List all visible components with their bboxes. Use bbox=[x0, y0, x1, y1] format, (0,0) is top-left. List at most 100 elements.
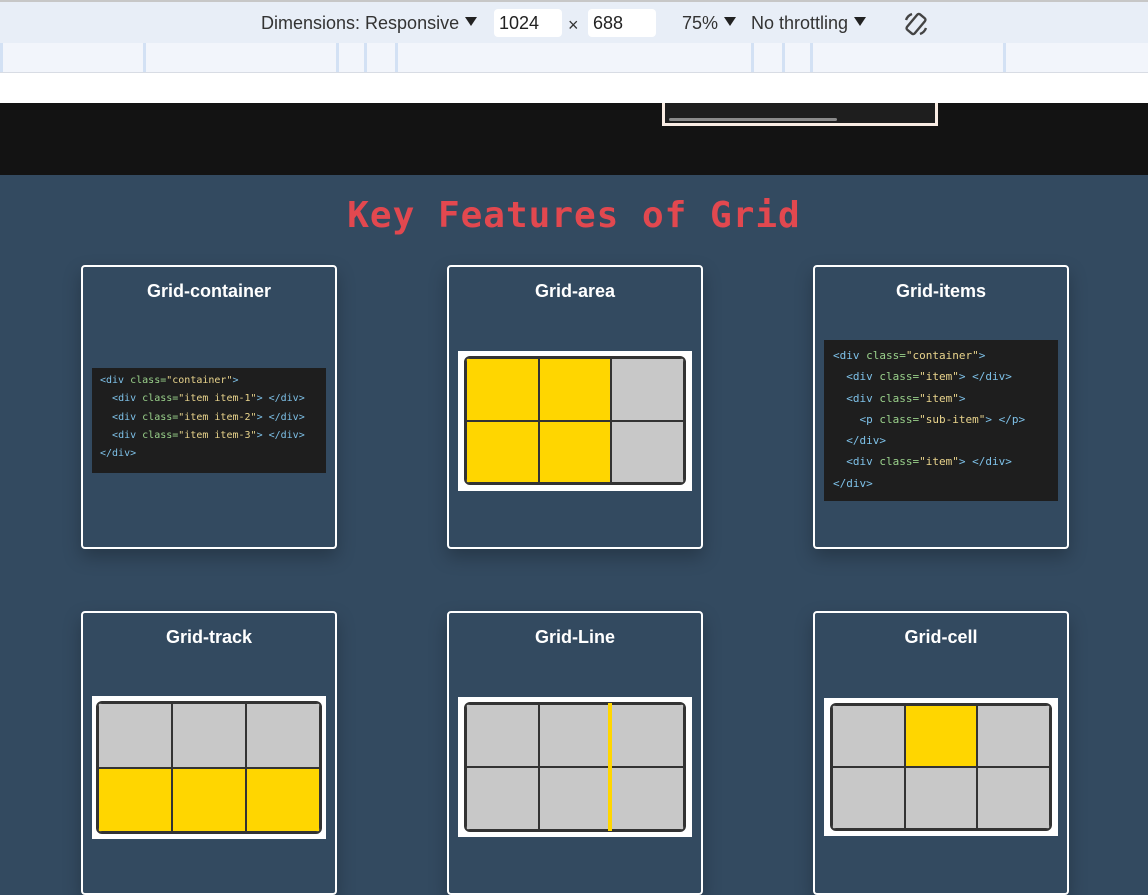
width-input[interactable] bbox=[494, 9, 562, 37]
code-token: > </div> bbox=[958, 455, 1012, 469]
code-token: > bbox=[958, 391, 966, 405]
code-line: <div class="item item-3"> </div> bbox=[100, 427, 318, 445]
code-token: class= bbox=[879, 370, 920, 384]
code-token: <div bbox=[846, 370, 880, 384]
media-query-segment[interactable] bbox=[782, 43, 812, 72]
code-token: </div> bbox=[100, 448, 137, 460]
code-token: <p bbox=[859, 412, 880, 426]
highlighted-grid-cell bbox=[904, 705, 978, 767]
code-token: class= bbox=[879, 412, 920, 426]
grid-diagram bbox=[830, 703, 1052, 831]
zoom-dropdown[interactable]: 75% bbox=[682, 2, 737, 45]
code-line: <div class="container"> bbox=[100, 372, 318, 390]
grid-diagram bbox=[464, 702, 686, 832]
highlighted-grid-cell bbox=[172, 767, 246, 832]
feature-card-grid-container: Grid-container <div class="container"> <… bbox=[81, 265, 337, 549]
highlighted-grid-cell bbox=[538, 420, 612, 483]
section-title: Key Features of Grid bbox=[347, 195, 801, 236]
code-token: "item" bbox=[919, 370, 959, 384]
code-token: > bbox=[978, 349, 986, 362]
code-token: class= bbox=[879, 391, 920, 405]
grid-cell bbox=[538, 767, 612, 830]
media-query-bar bbox=[0, 43, 1148, 73]
grid-cell bbox=[466, 767, 539, 830]
code-preview-inner bbox=[665, 103, 935, 123]
code-line: <div class="item item-1"> </div> bbox=[100, 390, 318, 408]
code-line: <div class="item"> </div> bbox=[833, 366, 1049, 387]
code-token: <div bbox=[100, 375, 131, 386]
grid-cell bbox=[466, 704, 539, 767]
key-features-section: Key Features of Grid Grid-container <div… bbox=[0, 175, 1148, 895]
media-query-segment[interactable] bbox=[395, 43, 755, 72]
horizontal-scrollbar[interactable] bbox=[669, 118, 837, 121]
card-title: Grid-Line bbox=[535, 627, 615, 647]
card-title: Grid-container bbox=[146, 281, 271, 301]
code-snippet: <div class="container"> <div class="item… bbox=[824, 340, 1058, 501]
media-query-segment[interactable] bbox=[810, 43, 1005, 72]
code-token: > </div> bbox=[256, 393, 305, 405]
code-line: </div> bbox=[100, 445, 318, 463]
grid-cell bbox=[832, 767, 905, 829]
highlighted-grid-cell bbox=[466, 358, 539, 421]
code-token: <div bbox=[846, 455, 880, 469]
grid-line-image bbox=[458, 697, 692, 837]
feature-card-grid-items: Grid-items <div class="container"> <div … bbox=[813, 265, 1069, 549]
grid-cell bbox=[538, 704, 612, 767]
dimensions-dropdown[interactable]: Dimensions: Responsive bbox=[261, 2, 478, 45]
media-query-segment[interactable] bbox=[364, 43, 397, 72]
code-token: </div> bbox=[833, 476, 873, 490]
code-token: "container" bbox=[166, 375, 233, 386]
code-token: "item item-1" bbox=[178, 393, 257, 405]
times-symbol: × bbox=[568, 15, 579, 35]
rotate-icon[interactable] bbox=[902, 10, 930, 38]
card-title: Grid-cell bbox=[904, 627, 978, 647]
code-token: > bbox=[232, 375, 239, 386]
code-preview-snippet bbox=[662, 103, 938, 126]
highlighted-grid-cell bbox=[538, 358, 612, 421]
code-token: class= bbox=[866, 349, 906, 362]
code-token: <div bbox=[833, 349, 867, 362]
code-line: </div> bbox=[833, 430, 1049, 451]
grid-area-image bbox=[458, 351, 692, 491]
grid-cell bbox=[611, 358, 684, 421]
feature-card-grid-cell: Grid-cell bbox=[813, 611, 1069, 895]
card-title: Grid-area bbox=[534, 281, 616, 301]
media-query-segment[interactable] bbox=[143, 43, 338, 72]
media-query-segment[interactable] bbox=[751, 43, 784, 72]
grid-cell-image bbox=[824, 698, 1058, 836]
code-token: > </div> bbox=[256, 411, 305, 423]
code-token: class= bbox=[142, 393, 179, 405]
card-title: Grid-items bbox=[895, 281, 987, 301]
highlighted-grid-cell bbox=[98, 767, 172, 832]
grid-cell bbox=[98, 703, 172, 768]
hero-band bbox=[0, 103, 1148, 175]
code-token: "item" bbox=[919, 391, 959, 405]
code-token: > </div> bbox=[256, 429, 305, 441]
feature-card-grid-area: Grid-area bbox=[447, 265, 703, 549]
grid-cell bbox=[977, 705, 1050, 767]
code-token: class= bbox=[142, 429, 179, 441]
media-query-segment[interactable] bbox=[1003, 43, 1148, 72]
code-snippet: <div class="container"> <div class="item… bbox=[92, 368, 326, 473]
grid-cell bbox=[977, 767, 1050, 829]
code-token: "item item-2" bbox=[178, 411, 257, 423]
chevron-down-icon bbox=[724, 17, 737, 26]
throttling-dropdown[interactable]: No throttling bbox=[751, 2, 867, 45]
code-token: <div bbox=[112, 429, 143, 441]
code-token: </div> bbox=[846, 434, 886, 448]
device-toolbar: Dimensions: Responsive × 75% No throttli… bbox=[0, 0, 1148, 43]
media-query-segment[interactable] bbox=[0, 43, 146, 72]
grid-cell bbox=[832, 705, 905, 767]
highlighted-grid-cell bbox=[466, 420, 539, 483]
page-top-strip bbox=[0, 73, 1148, 103]
code-token: <div bbox=[112, 393, 143, 405]
code-token: > </div> bbox=[958, 370, 1012, 384]
height-input[interactable] bbox=[588, 9, 656, 37]
code-line: <div class="container"> bbox=[833, 345, 1049, 366]
media-query-segment[interactable] bbox=[336, 43, 366, 72]
code-token: "item item-3" bbox=[178, 429, 257, 441]
code-token: class= bbox=[130, 375, 167, 386]
code-token: "sub-item" bbox=[919, 412, 986, 426]
throttling-label: No throttling bbox=[751, 13, 849, 33]
grid-cell bbox=[246, 703, 320, 768]
